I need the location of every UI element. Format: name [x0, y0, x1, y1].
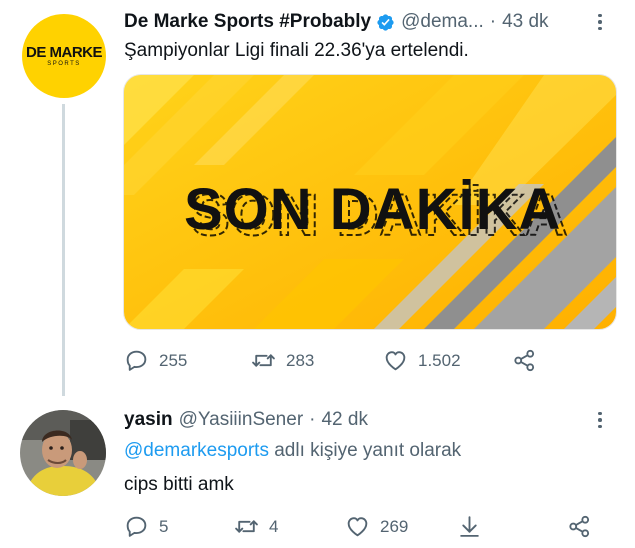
reply-button[interactable]: 255	[124, 348, 251, 373]
separator-dot: ·	[309, 409, 316, 430]
verified-badge-icon	[377, 13, 394, 31]
heart-icon	[385, 351, 406, 371]
download-button[interactable]	[457, 514, 567, 539]
author-name[interactable]: yasin	[124, 409, 173, 431]
share-button[interactable]	[512, 348, 537, 373]
tweet-actions: 5 4 269	[124, 514, 592, 539]
like-button[interactable]: 1.502	[383, 348, 512, 373]
avatar[interactable]: DE MARKE SPORTS	[22, 14, 106, 98]
banner-headline: SON DAKİKA	[184, 177, 561, 242]
reply-mention-link[interactable]: @demarkesports	[124, 440, 269, 461]
share-button[interactable]	[567, 514, 592, 539]
retweet-count: 283	[286, 350, 315, 370]
download-arrow-icon	[460, 516, 479, 537]
tweet-text: Şampiyonlar Ligi finali 22.36'ya ertelen…	[124, 40, 469, 61]
tweet[interactable]: yasin @YasiiinSener · 42 dk @demarkespor…	[0, 396, 635, 548]
tweet-text: cips bitti amk	[124, 474, 234, 495]
more-dots-icon[interactable]	[588, 10, 612, 34]
avatar-photo	[20, 410, 106, 496]
avatar[interactable]	[20, 410, 106, 496]
reply-context-text: adlı kişiye yanıt olarak	[268, 440, 462, 461]
logo-main-text: DE MARKE	[25, 44, 103, 61]
reply-context: @demarkesports adlı kişiye yanıt olarak	[124, 440, 461, 462]
tweet-header: De Marke Sports #Probably @dema... · 43 …	[124, 8, 549, 36]
like-button[interactable]: 269	[345, 514, 457, 539]
tweet-header: yasin @YasiiinSener · 42 dk	[124, 406, 368, 434]
heart-icon	[347, 517, 368, 537]
retweet-icon	[252, 354, 275, 367]
like-count: 269	[380, 516, 409, 536]
reply-bubble-icon	[126, 516, 147, 537]
author-handle[interactable]: @dema...	[401, 11, 484, 33]
retweet-button[interactable]: 283	[251, 348, 383, 373]
tweet-time[interactable]: 42 dk	[321, 409, 367, 431]
son-dakika-banner: SON DAKİKA SON DAKİKA	[124, 75, 616, 329]
tweet-actions: 255 283 1.502	[124, 348, 537, 373]
thread-line	[62, 104, 65, 396]
author-name[interactable]: De Marke Sports #Probably	[124, 11, 371, 33]
share-icon	[514, 349, 535, 372]
retweet-icon	[235, 520, 258, 533]
reply-count: 5	[159, 516, 169, 536]
retweet-button[interactable]: 4	[234, 514, 345, 539]
reply-button[interactable]: 5	[124, 514, 234, 539]
tweet-time[interactable]: 43 dk	[502, 11, 548, 33]
retweet-count: 4	[269, 516, 279, 536]
reply-bubble-icon	[126, 350, 147, 371]
share-icon	[569, 515, 590, 538]
more-dots-icon[interactable]	[588, 408, 612, 432]
author-handle[interactable]: @YasiiinSener	[179, 409, 304, 431]
reply-count: 255	[159, 350, 188, 370]
logo-sub-text: SPORTS	[47, 61, 81, 67]
tweet[interactable]: DE MARKE SPORTS De Marke Sports #Probabl…	[0, 0, 635, 396]
like-count: 1.502	[418, 350, 461, 370]
separator-dot: ·	[489, 11, 497, 32]
tweet-media-image[interactable]: SON DAKİKA SON DAKİKA	[123, 74, 617, 330]
